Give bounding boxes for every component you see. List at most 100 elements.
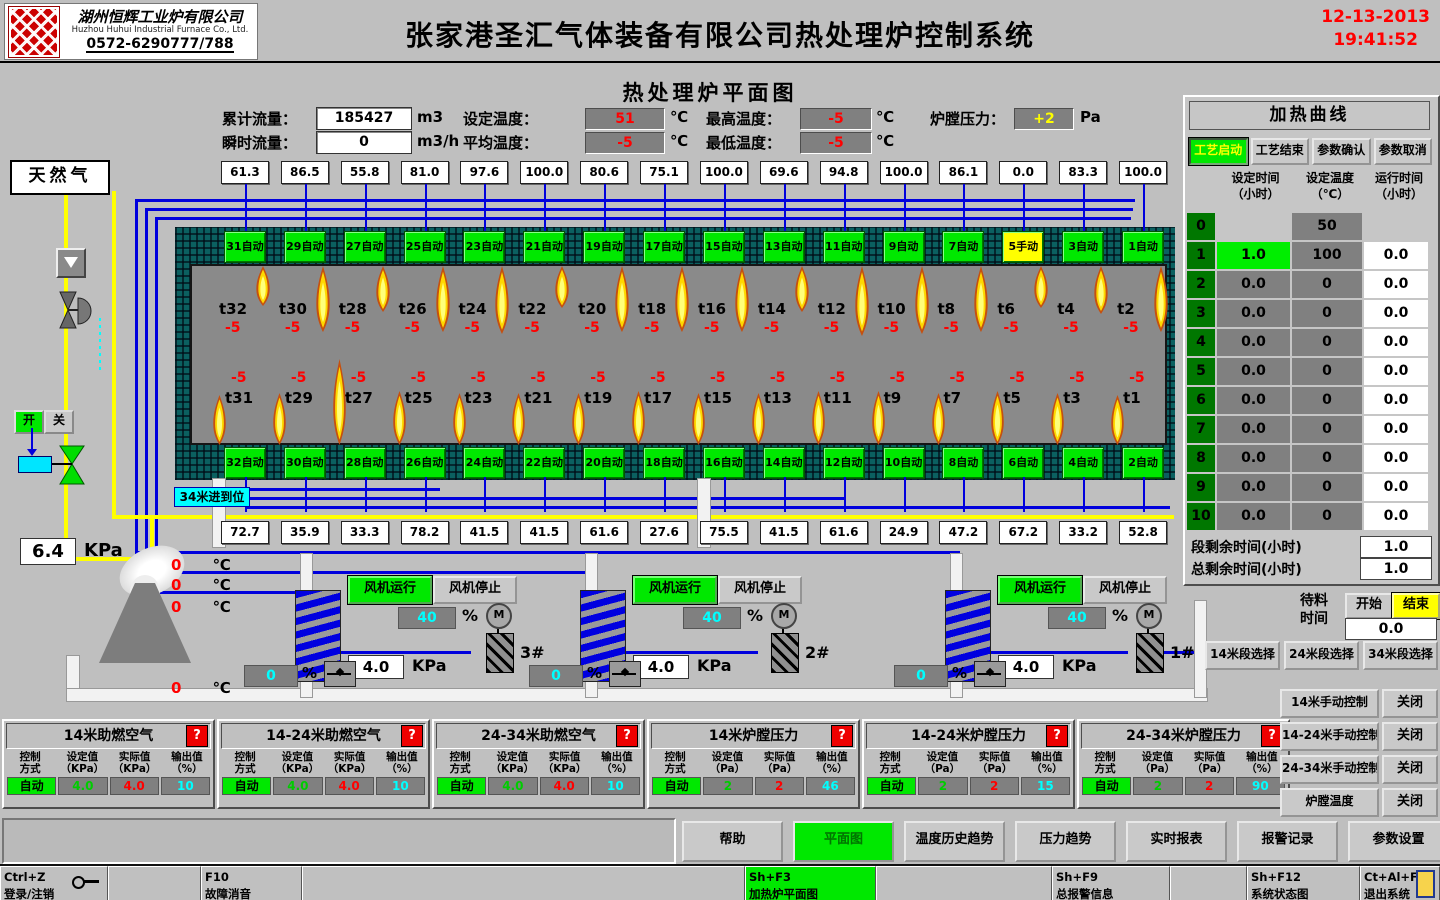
burner-mode-button[interactable]: 20自动 [583, 447, 625, 479]
burner-mode-button[interactable]: 10自动 [883, 447, 925, 479]
set-time-cell[interactable]: 0.0 [1217, 329, 1290, 356]
burner-mode-button[interactable]: 21自动 [523, 231, 565, 263]
set-time-cell[interactable]: 0.0 [1217, 300, 1290, 327]
fan-run-button[interactable]: 风机运行 [998, 576, 1082, 604]
burner-mode-button[interactable]: 18自动 [643, 447, 685, 479]
fan-run-button[interactable]: 风机运行 [348, 576, 432, 604]
burner-mode-button[interactable]: 11自动 [823, 231, 865, 263]
nav-button[interactable]: 参数设置 [1348, 821, 1440, 862]
set-time-cell[interactable]: 0.0 [1217, 503, 1290, 530]
set-time-cell[interactable]: 0.0 [1217, 358, 1290, 385]
set-temp-cell[interactable]: 100 [1292, 242, 1362, 269]
close-button[interactable]: 关闭 [1382, 788, 1438, 817]
set-temp-cell[interactable]: 0 [1292, 474, 1362, 501]
set-time-cell[interactable]: 1.0 [1217, 242, 1290, 269]
burner-mode-button[interactable]: 3自动 [1062, 231, 1104, 263]
damper-valve-icon[interactable] [324, 661, 356, 687]
help-button[interactable]: ? [1046, 725, 1068, 747]
set-time-cell[interactable]: 0.0 [1217, 474, 1290, 501]
burner-mode-button[interactable]: 2自动 [1122, 447, 1164, 479]
burner-mode-button[interactable]: 16自动 [703, 447, 745, 479]
status-cell[interactable] [876, 866, 1052, 900]
status-cell[interactable] [108, 866, 201, 900]
burner-mode-button[interactable]: 23自动 [463, 231, 505, 263]
control-mode-button[interactable]: 自动 [437, 777, 486, 795]
burner-mode-button[interactable]: 32自动 [224, 447, 266, 479]
nav-button[interactable]: 报警记录 [1237, 821, 1338, 862]
set-temp-cell[interactable]: 0 [1292, 329, 1362, 356]
process-button[interactable]: 工艺启动 [1189, 138, 1248, 165]
burner-mode-button[interactable]: 1自动 [1122, 231, 1164, 263]
close-button[interactable]: 关闭 [1382, 689, 1438, 718]
wait-start-button[interactable]: 开始 [1345, 593, 1393, 619]
fan-stop-button[interactable]: 风机停止 [1083, 576, 1167, 604]
control-mode-button[interactable]: 自动 [1082, 777, 1131, 795]
help-button[interactable]: ? [401, 725, 423, 747]
manual-control-button[interactable]: 24-34米手动控制 [1280, 755, 1379, 784]
burner-mode-button[interactable]: 6自动 [1002, 447, 1044, 479]
burner-mode-button[interactable]: 31自动 [224, 231, 266, 263]
process-button[interactable]: 工艺结束 [1251, 138, 1310, 165]
burner-mode-button[interactable]: 14自动 [763, 447, 805, 479]
fan-stop-button[interactable]: 风机停止 [433, 576, 517, 604]
set-temp-cell[interactable]: 0 [1292, 271, 1362, 298]
process-button[interactable]: 参数确认 [1312, 138, 1371, 165]
burner-mode-button[interactable]: 22自动 [523, 447, 565, 479]
burner-mode-button[interactable]: 4自动 [1062, 447, 1104, 479]
burner-mode-button[interactable]: 25自动 [404, 231, 446, 263]
butterfly-valve-icon[interactable] [48, 288, 96, 336]
control-valve-icon[interactable] [52, 444, 92, 488]
set-temp-cell[interactable]: 0 [1292, 503, 1362, 530]
control-mode-button[interactable]: 自动 [652, 777, 701, 795]
close-button[interactable]: 关闭 [1382, 755, 1438, 784]
burner-mode-button[interactable]: 27自动 [344, 231, 386, 263]
burner-mode-button[interactable]: 29自动 [284, 231, 326, 263]
valve-open-button[interactable]: 开 [14, 410, 44, 434]
status-cell[interactable]: Sh+F12 系统状态图 [1247, 866, 1360, 900]
burner-mode-button[interactable]: 12自动 [823, 447, 865, 479]
status-cell[interactable] [1170, 866, 1247, 900]
nav-button[interactable]: 压力趋势 [1015, 821, 1116, 862]
help-button[interactable]: ? [616, 725, 638, 747]
burner-mode-button[interactable]: 19自动 [583, 231, 625, 263]
burner-mode-button[interactable]: 5手动 [1002, 231, 1044, 263]
burner-mode-button[interactable]: 24自动 [463, 447, 505, 479]
set-time-cell[interactable]: 0.0 [1217, 387, 1290, 414]
burner-mode-button[interactable]: 15自动 [703, 231, 745, 263]
nav-button[interactable]: 温度历史趋势 [904, 821, 1005, 862]
set-temp-cell[interactable]: 0 [1292, 445, 1362, 472]
status-cell[interactable]: Ct+Al+F12 退出系统 [1360, 866, 1440, 900]
help-button[interactable]: ? [186, 725, 208, 747]
process-button[interactable]: 参数取消 [1374, 138, 1433, 165]
burner-mode-button[interactable]: 13自动 [763, 231, 805, 263]
set-temp-cell[interactable]: 0 [1292, 387, 1362, 414]
close-button[interactable]: 关闭 [1382, 722, 1438, 751]
manual-control-button[interactable]: 炉膛温度 [1280, 788, 1379, 817]
burner-mode-button[interactable]: 7自动 [942, 231, 984, 263]
set-temp-cell[interactable]: 0 [1292, 300, 1362, 327]
status-cell[interactable]: Sh+F3 加热炉平面图 [745, 866, 876, 900]
status-cell[interactable] [302, 866, 745, 900]
burner-mode-button[interactable]: 9自动 [883, 231, 925, 263]
set-time-cell[interactable]: 0.0 [1217, 416, 1290, 443]
set-temp-cell[interactable]: 50 [1292, 213, 1362, 240]
section-select-button[interactable]: 14米段选择 [1205, 641, 1280, 670]
status-cell[interactable]: F10 故障消音 [201, 866, 302, 900]
burner-mode-button[interactable]: 26自动 [404, 447, 446, 479]
help-button[interactable]: ? [831, 725, 853, 747]
nav-button[interactable]: 平面图 [793, 821, 894, 862]
damper-valve-icon[interactable] [974, 661, 1006, 687]
burner-mode-button[interactable]: 30自动 [284, 447, 326, 479]
section-select-button[interactable]: 34米段选择 [1363, 641, 1438, 670]
section-select-button[interactable]: 24米段选择 [1284, 641, 1359, 670]
valve-close-button[interactable]: 关 [44, 410, 74, 434]
control-mode-button[interactable]: 自动 [222, 777, 271, 795]
burner-mode-button[interactable]: 8自动 [942, 447, 984, 479]
set-time-cell[interactable]: 0.0 [1217, 271, 1290, 298]
burner-mode-button[interactable]: 28自动 [344, 447, 386, 479]
fan-run-button[interactable]: 风机运行 [633, 576, 717, 604]
status-cell[interactable]: Ctrl+Z 登录/注销 [0, 866, 108, 900]
control-mode-button[interactable]: 自动 [7, 777, 56, 795]
manual-control-button[interactable]: 14米手动控制 [1280, 689, 1379, 718]
status-cell[interactable]: Sh+F9 总报警信息 [1052, 866, 1170, 900]
